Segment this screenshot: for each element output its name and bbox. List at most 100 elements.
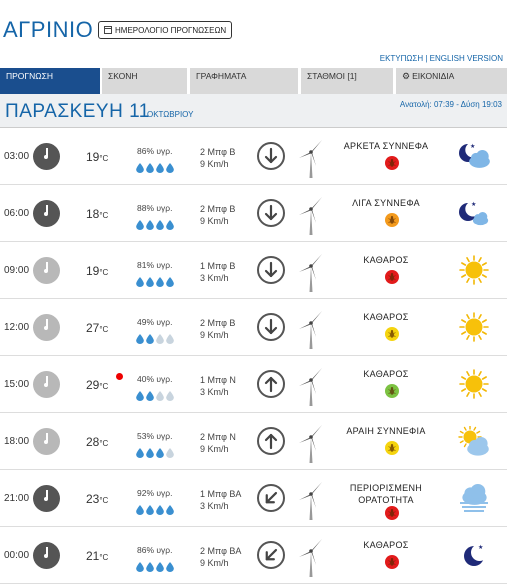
temperature-value: 29 [86,378,100,392]
row-temperature: 27°C [86,321,108,335]
clock-icon [33,257,60,284]
humidity-drops [136,502,174,520]
row-wind: 2 Μπφ Β 9 Km/h [200,203,235,227]
row-humidity: 81% υγρ. [137,260,173,270]
wind-direction-arrow-icon [257,199,285,227]
humidity-drop-icon [156,274,164,292]
english-version-link[interactable]: ENGLISH VERSION [430,54,503,63]
temperature-unit: °C [99,268,109,277]
humidity-drop-icon [136,160,144,178]
svg-text:★: ★ [478,544,483,551]
row-time: 21:00 [4,493,30,504]
row-humidity: 49% υγρ. [137,317,173,327]
wind-direction-arrow-icon [257,370,285,398]
sun-icon [456,369,492,399]
row-humidity: 92% υγρ. [137,488,173,498]
row-temperature: 19°C [86,264,108,278]
humidity-drop-icon [146,160,154,178]
humidity-drop-icon [136,445,144,463]
tab-icons[interactable]: ⚙ ΕΙΚΟΝΙΔΙΑ [396,68,507,94]
humidity-drops [136,160,174,178]
wind-speed: 9 Km/h [200,330,229,340]
temperature-unit: °C [99,211,109,220]
wind-speed: 9 Km/h [200,159,229,169]
tab-stations-label: ΣΤΑΘΜΟΙ [1] [307,71,357,81]
humidity-drop-icon [136,274,144,292]
table-row: 09:00 19°C 81% υγρ. 1 Μπφ Β 3 Km/h ΚΑΘΑΡΟΣ [0,242,507,299]
tab-stations[interactable]: ΣΤΑΘΜΟΙ [1] [301,68,393,94]
wind-direction-arrow-icon [257,313,285,341]
tab-graphs-label: ΓΡΑΦΗΜΑΤΑ [196,71,247,81]
clock-icon [33,143,60,170]
humidity-drop-icon [166,274,174,292]
sun-cloud-icon [456,425,492,456]
humidity-drop-icon [136,559,144,577]
clock-icon [33,314,60,341]
row-wind: 1 Μπφ Β 3 Km/h [200,260,235,284]
humidity-drop-icon [146,274,154,292]
humidity-drop-icon [136,217,144,235]
wind-force: 2 Μπφ Ν [200,432,236,442]
wind-speed: 3 Km/h [200,501,229,511]
table-row: 03:00 19°C 86% υγρ. 2 Μπφ Β 9 Km/h ΑΡΚΕΤΑ ΣΥΝ… [0,128,507,185]
gear-icon: ⚙ [402,71,411,81]
tab-graphs[interactable]: ΓΡΑΦΗΜΑΤΑ [190,68,298,94]
wind-speed: 9 Km/h [200,216,229,226]
row-condition: ΚΑΘΑΡΟΣ [363,312,409,322]
row-condition: ΑΡΚΕΤΑ ΣΥΝΝΕΦΑ [343,141,429,151]
humidity-drop-icon [166,502,174,520]
row-condition: ΚΑΘΑΡΟΣ [363,255,409,265]
wind-direction-arrow-icon [257,142,285,170]
row-condition: ΑΡΑΙΗ ΣΥΝΝΕΦΙΑ [346,426,426,436]
tab-forecast[interactable]: ΠΡΟΓΝΩΣΗ [0,68,100,94]
insect-index-icon [385,327,399,341]
print-link[interactable]: ΕΚΤΥΠΩΣΗ [380,54,423,63]
humidity-drop-icon [156,160,164,178]
row-wind: 1 Μπφ ΒΑ 3 Km/h [200,488,241,512]
humidity-drops [136,388,174,406]
tab-forecast-label: ΠΡΟΓΝΩΣΗ [6,71,53,81]
wind-speed: 9 Km/h [200,558,229,568]
svg-text:★: ★ [471,201,476,208]
row-condition: ΚΑΘΑΡΟΣ [363,540,409,550]
temperature-value: 27 [86,321,100,335]
humidity-drops [136,274,174,292]
external-links: ΕΚΤΥΠΩΣΗ | ENGLISH VERSION [380,54,503,63]
insect-index-icon [385,441,399,455]
humidity-drops [136,559,174,577]
wind-speed: 9 Km/h [200,444,229,454]
wind-force: 1 Μπφ Ν [200,375,236,385]
clock-icon [33,542,60,569]
humidity-drop-icon [166,331,174,349]
temperature-value: 21 [86,549,100,563]
wind-force: 2 Μπφ Β [200,204,236,214]
humidity-drop-icon [166,445,174,463]
insect-index-icon [385,156,399,170]
temperature-unit: °C [99,325,109,334]
row-wind: 2 Μπφ ΒΑ 9 Km/h [200,545,241,569]
row-temperature: 28°C [86,435,108,449]
sun-icon [456,312,492,342]
humidity-drop-icon [146,502,154,520]
wind-force: 2 Μπφ ΒΑ [200,546,242,556]
table-row: 15:00 29°C 40% υγρ. 1 Μπφ Ν 3 Km/h ΚΑΘΑΡΟΣ [0,356,507,413]
temperature-unit: °C [99,439,109,448]
temperature-unit: °C [99,154,109,163]
tab-dust[interactable]: ΣΚΟΝΗ [102,68,187,94]
humidity-drop-icon [156,445,164,463]
insect-index-icon [385,555,399,569]
temperature-value: 19 [86,264,100,278]
insect-index-icon [385,506,399,520]
row-condition: ΛΙΓΑ ΣΥΝΝΕΦΑ [352,198,420,208]
humidity-drop-icon [146,559,154,577]
table-row: 00:00 21°C 86% υγρ. 2 Μπφ ΒΑ 9 Km/h ΚΑΘΑΡΟΣ ★ [0,527,507,584]
city-title: ΑΓΡΙΝΙΟ [3,17,94,42]
humidity-drop-icon [136,331,144,349]
temperature-value: 28 [86,435,100,449]
humidity-drop-icon [136,502,144,520]
humidity-drop-icon [156,217,164,235]
table-row: 18:00 28°C 53% υγρ. 2 Μπφ Ν 9 Km/h ΑΡΑΙΗ ΣΥΝΝ… [0,413,507,470]
humidity-drop-icon [146,445,154,463]
row-temperature: 19°C [86,150,108,164]
forecast-calendar-button[interactable]: ΗΜΕΡΟΛΟΓΙΟ ΠΡΟΓΝΩΣΕΩΝ [98,21,233,39]
